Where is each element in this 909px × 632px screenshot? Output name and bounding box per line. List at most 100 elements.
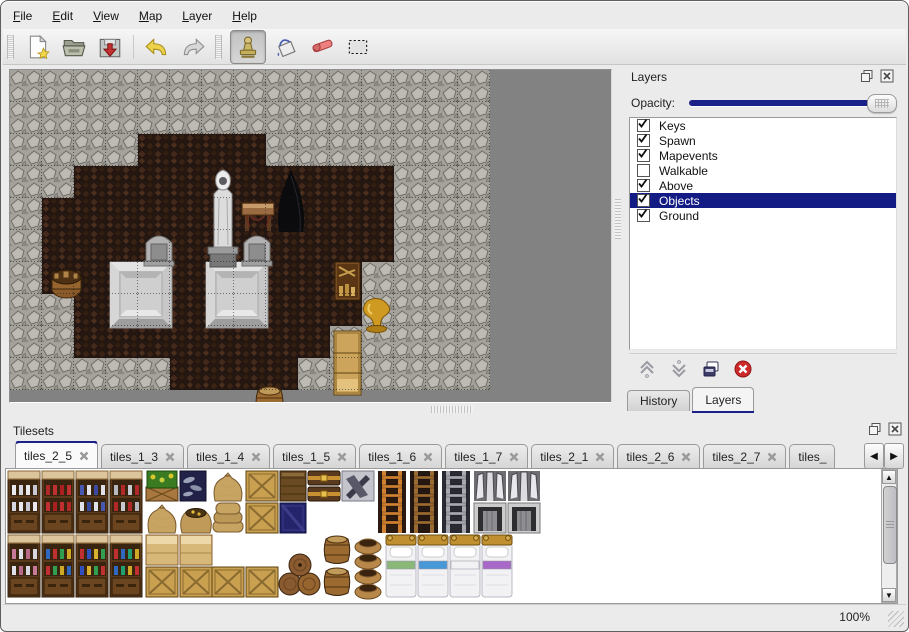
tileset-scrollbar[interactable]: ▲ ▼ <box>881 469 897 603</box>
tileset-tab-tiles_1_6[interactable]: tiles_1_6 <box>359 444 442 468</box>
new-file-button[interactable] <box>22 32 54 62</box>
zoom-level: 100% <box>839 610 870 624</box>
tab-scroll-right-icon[interactable]: ▶ <box>884 443 904 469</box>
undo-button[interactable] <box>141 32 173 62</box>
app-window: FileEditViewMapLayerHelp <box>0 0 909 632</box>
map-canvas[interactable] <box>9 69 612 403</box>
open-file-button[interactable] <box>58 32 90 62</box>
tilesets-panel: Tilesets tiles_2_5tiles_1_3tiles_1_4tile… <box>5 420 906 605</box>
status-bar: 100% <box>3 604 906 629</box>
layer-row-keys[interactable]: Keys <box>630 118 896 133</box>
tileset-tab-label: tiles_1_4 <box>196 450 244 464</box>
scroll-down-icon[interactable]: ▼ <box>882 588 896 602</box>
redo-button[interactable] <box>177 32 209 62</box>
tileset-tab-tiles_1_3[interactable]: tiles_1_3 <box>101 444 184 468</box>
layer-row-above[interactable]: Above <box>630 178 896 193</box>
toolbar-grip[interactable] <box>7 35 14 59</box>
float-panel-icon[interactable] <box>860 69 874 83</box>
layer-row-mapevents[interactable]: Mapevents <box>630 148 896 163</box>
layer-visibility-checkbox[interactable] <box>637 134 650 147</box>
tileset-tab-tiles_2_7[interactable]: tiles_2_7 <box>703 444 786 468</box>
close-tab-icon[interactable] <box>767 452 777 462</box>
tilesets-panel-titlebar: Tilesets <box>5 420 906 442</box>
close-tab-icon[interactable] <box>595 452 605 462</box>
layers-panel-titlebar: Layers <box>623 66 902 88</box>
tileset-tab-tiles_2_1[interactable]: tiles_2_1 <box>531 444 614 468</box>
layer-name: Above <box>659 179 693 193</box>
dock-tab-history[interactable]: History <box>627 390 690 411</box>
close-tab-icon[interactable] <box>509 452 519 462</box>
close-tab-icon[interactable] <box>423 452 433 462</box>
lower-layer-button[interactable] <box>669 359 689 379</box>
layer-visibility-checkbox[interactable] <box>637 149 650 162</box>
menu-item-view[interactable]: View <box>83 6 129 26</box>
fill-tool-button[interactable] <box>270 32 302 62</box>
close-tab-icon[interactable] <box>165 452 175 462</box>
tileset-tab-tiles_2_5[interactable]: tiles_2_5 <box>15 441 98 468</box>
splitter-grip[interactable] <box>615 199 621 239</box>
vertical-splitter[interactable] <box>613 69 623 403</box>
opacity-slider-handle[interactable] <box>867 94 897 113</box>
close-tab-icon[interactable] <box>681 452 691 462</box>
tileset-tab-tiles[interactable]: tiles_ <box>789 444 835 468</box>
resize-grip[interactable] <box>888 611 904 627</box>
layer-name: Ground <box>659 209 699 223</box>
close-tab-icon[interactable] <box>337 452 347 462</box>
layer-visibility-checkbox[interactable] <box>637 194 650 207</box>
layer-name: Keys <box>659 119 686 133</box>
layer-name: Objects <box>659 194 700 208</box>
layer-visibility-checkbox[interactable] <box>637 119 650 132</box>
float-panel-icon[interactable] <box>868 422 882 436</box>
scroll-up-icon[interactable]: ▲ <box>882 470 896 484</box>
opacity-label: Opacity: <box>631 96 675 110</box>
layer-row-ground[interactable]: Ground <box>630 208 896 223</box>
menu-item-map[interactable]: Map <box>129 6 172 26</box>
layer-toolbar <box>629 353 897 384</box>
menu-item-help[interactable]: Help <box>222 6 267 26</box>
close-tab-icon[interactable] <box>79 451 89 461</box>
tileset-tab-label: tiles_1_3 <box>110 450 158 464</box>
tileset-canvas[interactable] <box>5 468 898 604</box>
tileset-tab-label: tiles_2_7 <box>712 450 760 464</box>
tileset-tab-tiles_1_7[interactable]: tiles_1_7 <box>445 444 528 468</box>
layer-list: KeysSpawnMapeventsWalkableAboveObjectsGr… <box>629 117 897 350</box>
tab-scroll-left-icon[interactable]: ◀ <box>864 443 884 469</box>
layer-name: Spawn <box>659 134 696 148</box>
layer-row-objects[interactable]: Objects <box>630 193 896 208</box>
layer-row-walkable[interactable]: Walkable <box>630 163 896 178</box>
tileset-tab-tiles_1_5[interactable]: tiles_1_5 <box>273 444 356 468</box>
raise-layer-button[interactable] <box>637 359 657 379</box>
menu-bar: FileEditViewMapLayerHelp <box>3 4 906 28</box>
tileset-tab-label: tiles_1_5 <box>282 450 330 464</box>
menu-item-layer[interactable]: Layer <box>172 6 222 26</box>
layer-name: Mapevents <box>659 149 718 163</box>
opacity-slider-track[interactable] <box>689 100 895 106</box>
tileset-tab-tiles_2_6[interactable]: tiles_2_6 <box>617 444 700 468</box>
layer-visibility-checkbox[interactable] <box>637 179 650 192</box>
tileset-tabbar: tiles_2_5 tiles_1_3 tiles_1_4 tiles_1_5 tile… <box>15 441 862 468</box>
layer-row-spawn[interactable]: Spawn <box>630 133 896 148</box>
stamp-tool-button[interactable] <box>230 30 266 64</box>
dock-tab-layers[interactable]: Layers <box>692 387 754 411</box>
layer-visibility-checkbox[interactable] <box>637 209 650 222</box>
layers-panel: Layers Opacity: KeysSpawnMapeventsWalkab… <box>623 66 902 416</box>
duplicate-layer-button[interactable] <box>701 359 721 379</box>
toolbar-grip[interactable] <box>215 35 222 59</box>
tileset-tab-tiles_1_4[interactable]: tiles_1_4 <box>187 444 270 468</box>
opacity-slider[interactable] <box>687 92 897 114</box>
save-file-button[interactable] <box>94 32 126 62</box>
select-tool-button[interactable] <box>342 32 374 62</box>
menu-item-edit[interactable]: Edit <box>42 6 83 26</box>
tileset-tab-label: tiles_2_1 <box>540 450 588 464</box>
scrollbar-thumb[interactable] <box>883 486 897 564</box>
close-panel-icon[interactable] <box>880 69 894 83</box>
tileset-tab-label: tiles_1_7 <box>454 450 502 464</box>
layer-visibility-checkbox[interactable] <box>637 164 650 177</box>
tileset-tab-label: tiles_ <box>798 450 826 464</box>
close-panel-icon[interactable] <box>888 422 902 436</box>
delete-layer-button[interactable] <box>733 359 753 379</box>
menu-item-file[interactable]: File <box>3 6 42 26</box>
horizontal-splitter[interactable] <box>431 406 473 413</box>
close-tab-icon[interactable] <box>251 452 261 462</box>
eraser-tool-button[interactable] <box>306 32 338 62</box>
